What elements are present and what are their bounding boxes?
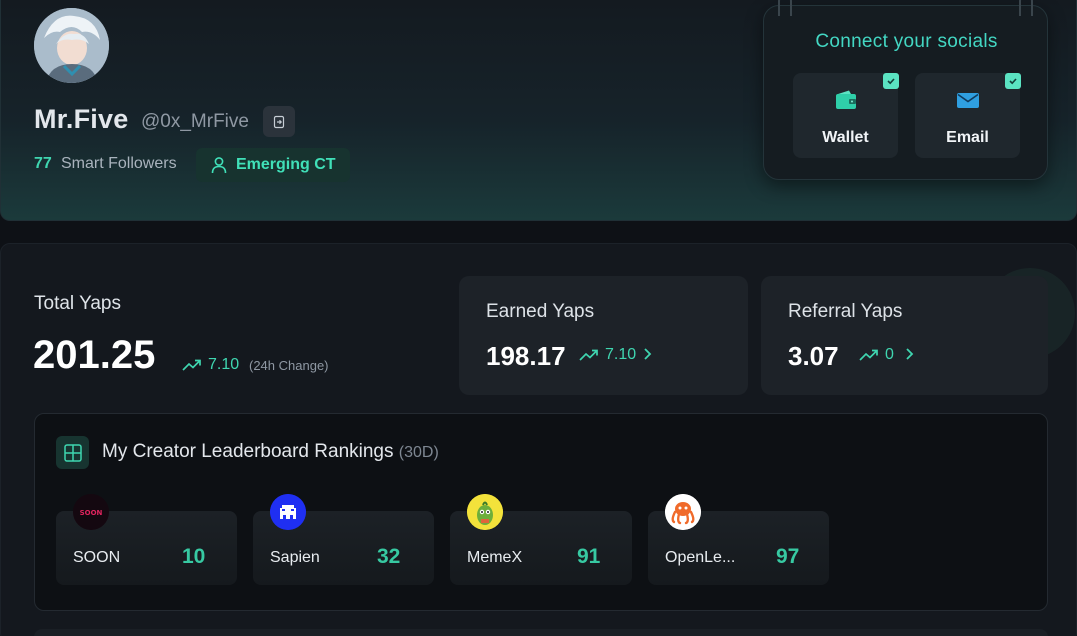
total-yaps-label: Total Yaps <box>34 293 121 314</box>
ranking-name: MemeX <box>467 549 523 566</box>
wallet-label: Wallet <box>822 129 869 146</box>
avatar[interactable] <box>34 8 109 83</box>
user-icon <box>211 157 227 174</box>
chevron-right-icon[interactable] <box>642 347 652 361</box>
smart-followers-label: Smart Followers <box>61 155 177 172</box>
check-icon <box>1005 73 1021 89</box>
total-yaps-change-value: 7.10 <box>208 356 240 373</box>
sign-in-icon <box>273 115 285 128</box>
rankings-period: (30D) <box>398 444 439 461</box>
ranking-value: 10 <box>182 545 206 568</box>
earned-yaps-change-value: 7.10 <box>605 346 637 363</box>
ranking-value: 91 <box>577 545 601 568</box>
referral-yaps-change: 0 <box>859 346 894 364</box>
email-connect-button[interactable]: Email <box>915 73 1021 158</box>
earned-yaps-card[interactable]: Earned Yaps 198.17 7.10 <box>459 276 748 395</box>
sapien-logo <box>270 494 306 530</box>
trend-up-icon <box>579 349 598 361</box>
ranking-name: SOON <box>73 549 121 566</box>
trend-up-icon <box>182 359 201 371</box>
mail-icon <box>956 93 979 108</box>
earned-yaps-change: 7.10 <box>579 346 636 364</box>
user-handle: @0x_MrFive <box>141 111 249 132</box>
soon-logo-text: SOON <box>80 509 103 517</box>
referral-yaps-card[interactable]: Referral Yaps 3.07 0 <box>761 276 1048 395</box>
leaderboard-icon <box>56 436 89 469</box>
ranking-value: 32 <box>377 545 401 568</box>
chevron-right-icon[interactable] <box>904 347 914 361</box>
ranking-value: 97 <box>776 545 800 568</box>
status-badge: Emerging CT <box>196 148 350 182</box>
badge-label: Emerging CT <box>236 156 336 173</box>
trend-up-icon <box>859 349 878 361</box>
earned-yaps-value: 198.17 <box>486 341 566 371</box>
total-yaps-change: 7.10 <box>182 356 239 374</box>
hanger-hook <box>778 0 792 16</box>
ranking-name: Sapien <box>270 549 320 566</box>
referral-yaps-value: 3.07 <box>788 341 839 371</box>
openledger-logo <box>665 494 701 530</box>
hanger-hook <box>1019 0 1033 16</box>
total-yaps-value: 201.25 <box>33 333 156 377</box>
referral-yaps-label: Referral Yaps <box>788 301 903 322</box>
ranking-card-sapien[interactable]: Sapien 32 <box>253 494 434 585</box>
rankings-title: My Creator Leaderboard Rankings (30D) <box>102 441 439 463</box>
display-name: Mr.Five <box>34 104 129 134</box>
wallet-connect-button[interactable]: Wallet <box>793 73 899 158</box>
ranking-name: OpenLe... <box>665 549 736 566</box>
next-section-edge <box>34 629 1048 636</box>
switch-account-button[interactable] <box>263 106 295 137</box>
smart-followers-count: 77 <box>34 155 52 172</box>
change-period-note: (24h Change) <box>249 358 329 373</box>
socials-title: Connect your socials <box>815 31 998 52</box>
memex-logo <box>467 494 503 530</box>
ranking-card-memex[interactable]: MemeX 91 <box>450 494 632 585</box>
referral-yaps-change-value: 0 <box>885 346 894 363</box>
check-icon <box>883 73 899 89</box>
earned-yaps-label: Earned Yaps <box>486 301 595 322</box>
soon-logo: SOON <box>73 494 109 530</box>
connect-socials-panel: Connect your socials Wallet Email <box>763 0 1048 180</box>
email-label: Email <box>946 129 989 146</box>
ranking-card-soon[interactable]: SOON SOON 10 <box>56 494 237 585</box>
wallet-icon <box>835 90 856 109</box>
rankings-title-text: My Creator Leaderboard Rankings <box>102 441 394 462</box>
ranking-card-openledger[interactable]: OpenLe... 97 <box>648 494 829 585</box>
